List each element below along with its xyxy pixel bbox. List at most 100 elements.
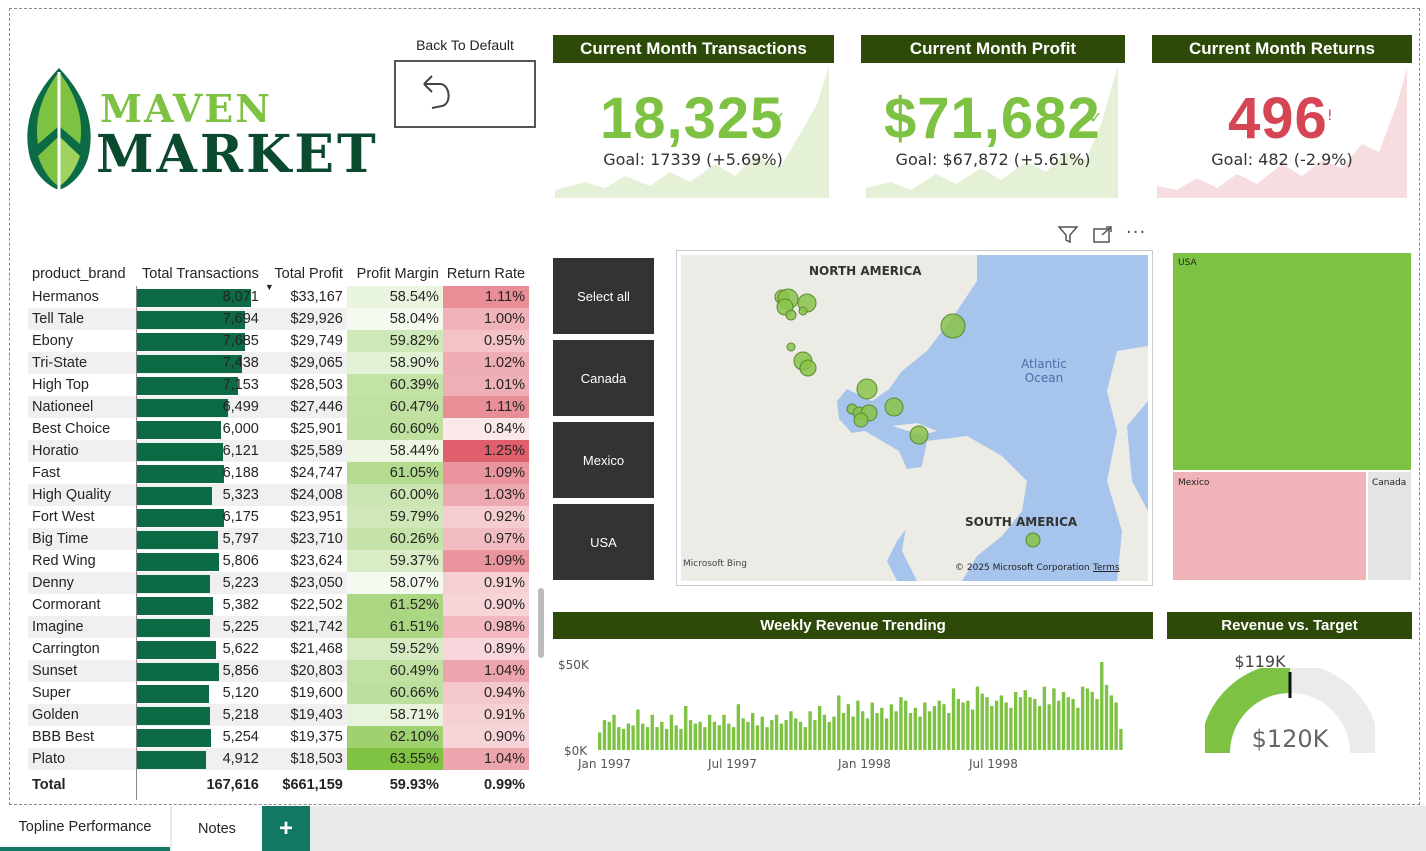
weekly-revenue-bar[interactable] bbox=[975, 686, 980, 750]
map-terms-link[interactable]: Terms bbox=[1093, 563, 1120, 573]
weekly-revenue-bar[interactable] bbox=[870, 702, 874, 750]
slicer-usa[interactable]: USA bbox=[553, 504, 654, 580]
weekly-revenue-bar[interactable] bbox=[641, 723, 645, 750]
slicer-canada[interactable]: Canada bbox=[553, 340, 654, 416]
treemap-usa[interactable]: USA bbox=[1173, 253, 1411, 470]
weekly-revenue-bar[interactable] bbox=[908, 713, 913, 750]
weekly-revenue-bar[interactable] bbox=[727, 723, 731, 750]
weekly-revenue-bar[interactable] bbox=[612, 714, 616, 750]
weekly-revenue-bar[interactable] bbox=[1047, 704, 1051, 750]
tab-notes[interactable]: Notes bbox=[172, 806, 262, 851]
table-row[interactable]: Hermanos 8,071 $33,167 58.54% 1.11% bbox=[28, 286, 530, 308]
weekly-revenue-bar[interactable] bbox=[1080, 686, 1085, 750]
weekly-revenue-bar[interactable] bbox=[712, 721, 717, 750]
weekly-revenue-bar[interactable] bbox=[827, 721, 831, 750]
weekly-revenue-bar[interactable] bbox=[1014, 691, 1018, 750]
weekly-revenue-bar[interactable] bbox=[1018, 697, 1023, 750]
weekly-revenue-bar[interactable] bbox=[1033, 698, 1037, 750]
table-row[interactable]: Red Wing 5,806 $23,624 59.37% 1.09% bbox=[28, 550, 530, 572]
weekly-revenue-bar[interactable] bbox=[994, 700, 999, 750]
table-row[interactable]: Super 5,120 $19,600 60.66% 0.94% bbox=[28, 682, 530, 704]
weekly-revenue-bar[interactable] bbox=[798, 721, 803, 750]
weekly-revenue-bar[interactable] bbox=[913, 707, 917, 750]
weekly-revenue-bar[interactable] bbox=[999, 695, 1004, 750]
weekly-revenue-bar[interactable] bbox=[664, 728, 669, 750]
table-row[interactable]: Denny 5,223 $23,050 58.07% 0.91% bbox=[28, 572, 530, 594]
weekly-revenue-bar[interactable] bbox=[674, 725, 678, 750]
table-row[interactable]: Nationeel 6,499 $27,446 60.47% 1.11% bbox=[28, 396, 530, 418]
filter-icon[interactable] bbox=[1057, 224, 1079, 244]
weekly-revenue-bar[interactable] bbox=[951, 688, 956, 750]
weekly-revenue-bar[interactable] bbox=[617, 727, 621, 750]
weekly-revenue-bar[interactable] bbox=[970, 709, 975, 750]
weekly-revenue-bar[interactable] bbox=[1109, 695, 1113, 750]
weekly-revenue-bar[interactable] bbox=[1037, 706, 1042, 750]
weekly-revenue-bar[interactable] bbox=[841, 713, 846, 750]
weekly-revenue-bar[interactable] bbox=[822, 714, 827, 750]
weekly-revenue-bar[interactable] bbox=[1023, 690, 1027, 750]
weekly-revenue-bar[interactable] bbox=[985, 697, 989, 750]
weekly-revenue-bar[interactable] bbox=[1004, 702, 1008, 750]
weekly-revenue-bar[interactable] bbox=[770, 720, 774, 750]
weekly-revenue-bar[interactable] bbox=[707, 714, 712, 750]
table-row[interactable]: Carrington 5,622 $21,468 59.52% 0.89% bbox=[28, 638, 530, 660]
weekly-revenue-bar[interactable] bbox=[760, 716, 764, 750]
weekly-revenue-bar[interactable] bbox=[884, 718, 889, 750]
weekly-revenue-bar[interactable] bbox=[598, 732, 602, 750]
weekly-revenue-bar[interactable] bbox=[746, 721, 750, 750]
table-row[interactable]: Golden 5,218 $19,403 58.71% 0.91% bbox=[28, 704, 530, 726]
weekly-revenue-bar[interactable] bbox=[660, 721, 664, 750]
weekly-revenue-bar[interactable] bbox=[875, 713, 879, 750]
back-to-default-button[interactable] bbox=[394, 60, 536, 128]
weekly-revenue-bar[interactable] bbox=[947, 713, 951, 750]
weekly-revenue-bar[interactable] bbox=[956, 698, 960, 750]
weekly-revenue-bar[interactable] bbox=[918, 716, 922, 750]
weekly-revenue-bar[interactable] bbox=[894, 711, 898, 750]
weekly-revenue-bar[interactable] bbox=[636, 709, 640, 750]
weekly-revenue-bar[interactable] bbox=[679, 728, 683, 750]
weekly-revenue-bar[interactable] bbox=[703, 727, 707, 750]
weekly-revenue-bar[interactable] bbox=[1028, 697, 1032, 750]
weekly-revenue-bar[interactable] bbox=[631, 725, 635, 750]
col-header-margin[interactable]: Profit Margin bbox=[347, 256, 443, 286]
weekly-revenue-bar[interactable] bbox=[1100, 662, 1104, 750]
table-row[interactable]: Ebony 7,685 $29,749 59.82% 0.95% bbox=[28, 330, 530, 352]
weekly-revenue-bar[interactable] bbox=[837, 695, 841, 750]
weekly-revenue-bar[interactable] bbox=[832, 716, 836, 750]
weekly-revenue-bar[interactable] bbox=[1104, 684, 1109, 750]
weekly-revenue-bar[interactable] bbox=[1119, 728, 1123, 750]
weekly-revenue-bar[interactable] bbox=[927, 711, 932, 750]
weekly-revenue-bar[interactable] bbox=[904, 700, 908, 750]
slicer-select-all[interactable]: Select all bbox=[553, 258, 654, 334]
treemap-mexico[interactable]: Mexico bbox=[1173, 472, 1366, 580]
weekly-revenue-bar[interactable] bbox=[813, 720, 817, 750]
table-row[interactable]: Sunset 5,856 $20,803 60.49% 1.04% bbox=[28, 660, 530, 682]
table-row[interactable]: High Quality 5,323 $24,008 60.00% 1.03% bbox=[28, 484, 530, 506]
weekly-revenue-bar[interactable] bbox=[722, 714, 726, 750]
weekly-revenue-bar[interactable] bbox=[731, 727, 736, 750]
table-row[interactable]: High Top 7,153 $28,503 60.39% 1.01% bbox=[28, 374, 530, 396]
table-row[interactable]: Imagine 5,225 $21,742 61.51% 0.98% bbox=[28, 616, 530, 638]
add-page-button[interactable]: + bbox=[262, 806, 310, 851]
weekly-revenue-bar[interactable] bbox=[923, 702, 927, 750]
weekly-revenue-bar[interactable] bbox=[765, 727, 769, 750]
map-visual[interactable]: NORTH AMERICA SOUTH AMERICA Atlantic Oce… bbox=[676, 250, 1153, 586]
table-row[interactable]: BBB Best 5,254 $19,375 62.10% 0.90% bbox=[28, 726, 530, 748]
col-header-brand[interactable]: product_brand bbox=[28, 256, 136, 286]
weekly-revenue-bar[interactable] bbox=[688, 720, 693, 750]
weekly-revenue-bar[interactable] bbox=[693, 723, 697, 750]
weekly-revenue-bar[interactable] bbox=[980, 693, 984, 750]
weekly-revenue-bar[interactable] bbox=[645, 727, 650, 750]
weekly-revenue-bar[interactable] bbox=[621, 728, 626, 750]
weekly-revenue-bar[interactable] bbox=[669, 714, 674, 750]
treemap-canada[interactable]: Canada bbox=[1368, 472, 1411, 580]
weekly-revenue-bar[interactable] bbox=[1061, 691, 1066, 750]
weekly-revenue-bar[interactable] bbox=[942, 704, 946, 750]
weekly-revenue-bar[interactable] bbox=[1052, 688, 1056, 750]
weekly-revenue-bar[interactable] bbox=[961, 702, 965, 750]
table-row[interactable]: Big Time 5,797 $23,710 60.26% 0.97% bbox=[28, 528, 530, 550]
weekly-revenue-bar[interactable] bbox=[1071, 698, 1075, 750]
weekly-revenue-bar[interactable] bbox=[889, 704, 894, 750]
weekly-revenue-bar[interactable] bbox=[1090, 691, 1094, 750]
tab-topline-performance[interactable]: Topline Performance bbox=[0, 806, 170, 851]
